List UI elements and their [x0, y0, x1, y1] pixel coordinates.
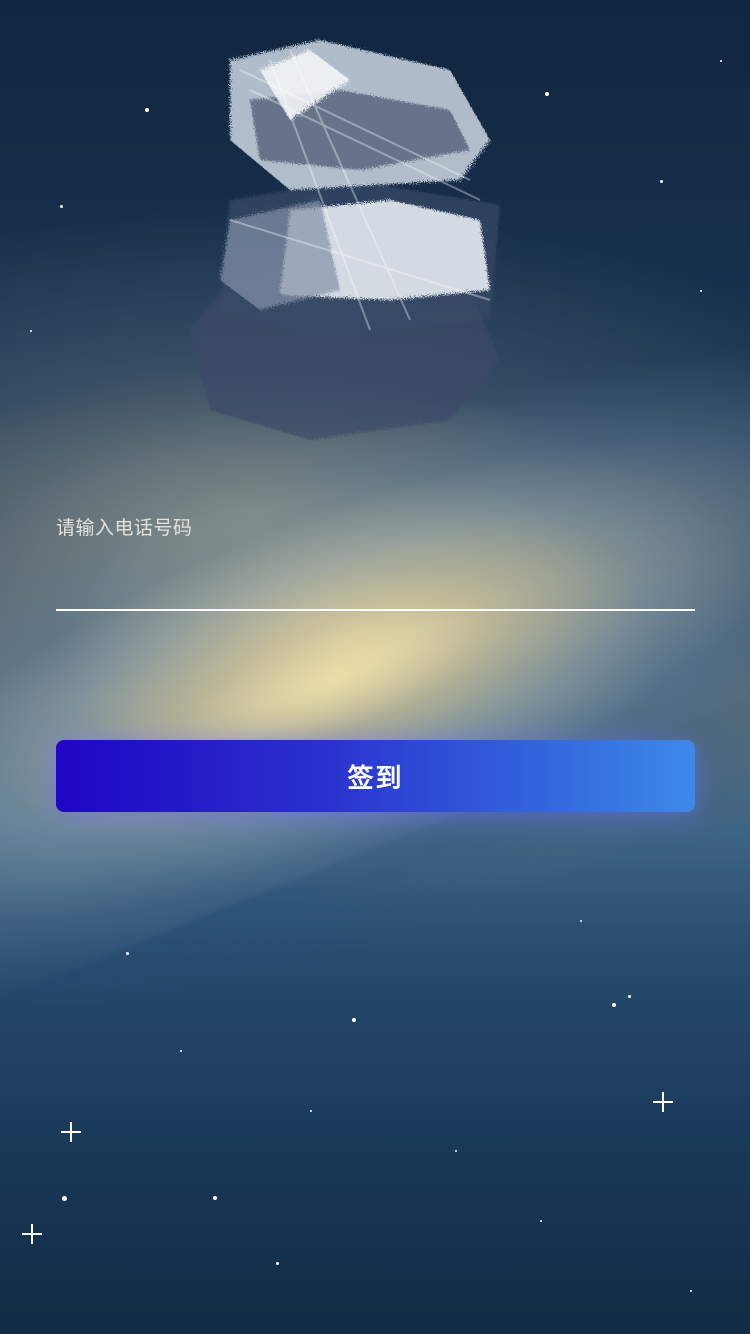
star [700, 290, 702, 292]
star [720, 60, 722, 62]
sparkle-star [61, 1122, 81, 1142]
star [455, 1150, 457, 1152]
star [180, 1050, 182, 1052]
star [612, 1003, 616, 1007]
star [126, 952, 129, 955]
star [580, 920, 582, 922]
phone-field[interactable]: 请输入电话号码 [56, 505, 695, 611]
sparkle-star [653, 1092, 673, 1112]
star [545, 92, 549, 96]
star [145, 108, 149, 112]
star [62, 1196, 67, 1201]
phone-label: 请输入电话号码 [56, 517, 193, 539]
brush-logo-icon [190, 40, 500, 440]
star [213, 1196, 217, 1200]
star [276, 1262, 279, 1265]
star [30, 330, 32, 332]
phone-input[interactable] [56, 549, 695, 605]
star [310, 1110, 312, 1112]
star [690, 1290, 692, 1292]
star [352, 1018, 356, 1022]
sparkle-star [22, 1224, 42, 1244]
star [60, 205, 63, 208]
star [660, 180, 663, 183]
star [628, 995, 631, 998]
sign-in-button[interactable]: 签到 [56, 740, 695, 812]
sign-in-screen: 请输入电话号码 签到 [0, 0, 750, 1334]
star [540, 1220, 542, 1222]
